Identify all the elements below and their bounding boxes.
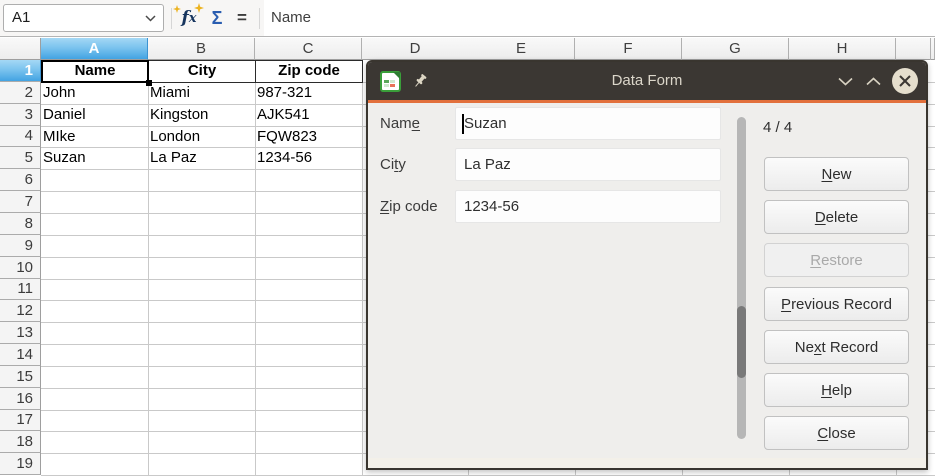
name-box-value: A1 <box>12 9 30 26</box>
row-header-12[interactable]: 12 <box>0 300 41 322</box>
dialog-body: Name Suzan City La Paz Zip code 1234-56 4 / 4… <box>368 103 926 468</box>
separator <box>171 8 172 29</box>
row-header-4[interactable]: 4 <box>0 126 41 147</box>
column-header-c[interactable]: C <box>255 38 362 60</box>
cell-B5[interactable]: La Paz <box>150 147 254 169</box>
cell-B2[interactable]: Miami <box>150 82 254 104</box>
form-scrollbar[interactable] <box>737 117 746 439</box>
row-header-7[interactable]: 7 <box>0 191 41 213</box>
sum-icon[interactable]: Σ <box>206 0 228 36</box>
city-field[interactable]: La Paz <box>455 148 721 181</box>
column-header-b[interactable]: B <box>148 38 255 60</box>
cell-C4[interactable]: FQW823 <box>257 126 361 148</box>
city-field-label: City <box>380 156 406 173</box>
new-button[interactable]: New <box>764 157 909 191</box>
next-record-button[interactable]: Next Record <box>764 330 909 364</box>
close-button[interactable]: Close <box>764 416 909 450</box>
cell-B3[interactable]: Kingston <box>150 104 254 126</box>
cell-C2[interactable]: 987-321 <box>257 82 361 104</box>
previous-record-button[interactable]: Previous Record <box>764 287 909 321</box>
zip-code-field-label: Zip code <box>380 198 438 215</box>
row-header-5[interactable]: 5 <box>0 147 41 169</box>
name-box[interactable]: A1 <box>3 4 164 32</box>
row-header-3[interactable]: 3 <box>0 104 41 126</box>
chevron-up-icon[interactable] <box>864 62 882 100</box>
data-form-dialog: Data Form Name Suzan City La Paz Zip code 123… <box>366 60 928 470</box>
dialog-titlebar[interactable]: Data Form <box>368 62 926 100</box>
row-header-14[interactable]: 14 <box>0 344 41 366</box>
row-header-9[interactable]: 9 <box>0 235 41 257</box>
name-field[interactable]: Suzan <box>455 107 721 140</box>
cell-C3[interactable]: AJK541 <box>257 104 361 126</box>
cell-A2[interactable]: John <box>43 82 147 104</box>
scrollbar-thumb[interactable] <box>737 306 746 378</box>
row-header-18[interactable]: 18 <box>0 431 41 453</box>
cell-A5[interactable]: Suzan <box>43 147 147 169</box>
row-header-1[interactable]: 1 <box>0 60 41 82</box>
chevron-down-icon[interactable] <box>145 15 156 22</box>
cell-A4[interactable]: MIke <box>43 126 147 148</box>
equals-icon[interactable]: = <box>232 0 252 36</box>
row-header-2[interactable]: 2 <box>0 82 41 104</box>
column-header-e[interactable]: E <box>468 38 575 60</box>
dialog-footer <box>368 458 926 468</box>
row-header-16[interactable]: 16 <box>0 388 41 410</box>
cell-B4[interactable]: London <box>150 126 254 148</box>
header-divider <box>930 38 931 60</box>
selection-handle[interactable] <box>146 80 152 86</box>
column-header-g[interactable]: G <box>682 38 789 60</box>
row-header-15[interactable]: 15 <box>0 366 41 388</box>
grid-line <box>362 60 363 475</box>
grid-line <box>148 60 149 475</box>
grid-line <box>255 60 256 475</box>
row-header-10[interactable]: 10 <box>0 257 41 279</box>
column-header-a[interactable]: A <box>41 38 148 60</box>
separator <box>259 8 260 29</box>
column-header-h[interactable]: H <box>789 38 896 60</box>
restore-button: Restore <box>764 243 909 277</box>
select-all-corner[interactable] <box>0 38 41 60</box>
cell-C5[interactable]: 1234-56 <box>257 147 361 169</box>
row-header-19[interactable]: 19 <box>0 453 41 475</box>
close-icon[interactable] <box>892 68 918 94</box>
formula-bar: A1 fx Σ = Name <box>0 0 935 37</box>
record-counter: 4 / 4 <box>763 119 792 136</box>
table-header-border <box>148 60 256 83</box>
row-header-11[interactable]: 11 <box>0 279 41 300</box>
delete-button[interactable]: Delete <box>764 200 909 234</box>
table-header-border <box>255 60 363 83</box>
cell-A3[interactable]: Daniel <box>43 104 147 126</box>
function-wizard-icon[interactable]: fx <box>176 0 202 36</box>
formula-input[interactable] <box>264 0 935 36</box>
chevron-down-icon[interactable] <box>836 62 854 100</box>
row-header-6[interactable]: 6 <box>0 169 41 191</box>
zip-code-field[interactable]: 1234-56 <box>455 190 721 223</box>
column-header-d[interactable]: D <box>362 38 469 60</box>
row-header-8[interactable]: 8 <box>0 213 41 235</box>
formula-content[interactable]: Name <box>271 0 311 36</box>
row-header-17[interactable]: 17 <box>0 410 41 431</box>
help-button[interactable]: Help <box>764 373 909 407</box>
column-header-f[interactable]: F <box>575 38 682 60</box>
libreoffice-calc-window: A1 fx Σ = Name ABCDEFGH 1234567891011121… <box>0 0 935 476</box>
name-field-label: Name <box>380 115 420 132</box>
row-header-13[interactable]: 13 <box>0 322 41 344</box>
selected-cell-outline <box>41 60 149 83</box>
text-caret <box>462 114 464 134</box>
